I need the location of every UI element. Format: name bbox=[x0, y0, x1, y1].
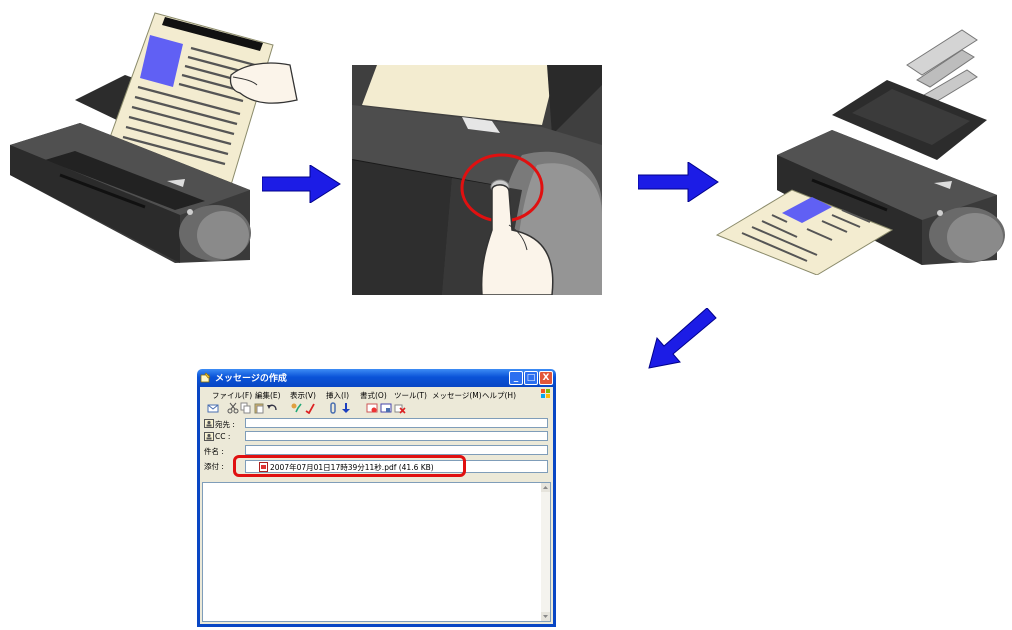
minimize-button[interactable]: _ bbox=[509, 371, 523, 385]
compose-message-window: メッセージの作成 _ □ X ファイル(F) 編集(E) 表示(V) 挿入(I)… bbox=[197, 369, 556, 627]
arrow-right-2 bbox=[638, 162, 720, 202]
window-frame: ファイル(F) 編集(E) 表示(V) 挿入(I) 書式(O) ツール(T) メ… bbox=[197, 387, 556, 627]
menu-bar: ファイル(F) 編集(E) 表示(V) 挿入(I) 書式(O) ツール(T) メ… bbox=[200, 387, 553, 401]
paste-icon[interactable] bbox=[253, 402, 265, 414]
sign-icon[interactable] bbox=[366, 402, 378, 414]
menu-help[interactable]: ヘルプ(H) bbox=[482, 390, 516, 401]
menu-format[interactable]: 書式(O) bbox=[360, 390, 387, 401]
arrow-down-left bbox=[645, 308, 717, 370]
priority-icon[interactable] bbox=[340, 402, 352, 414]
to-label: 宛先 : bbox=[215, 420, 235, 429]
step1-scanner-illustration bbox=[5, 5, 300, 270]
attachment-highlight bbox=[233, 455, 466, 477]
subject-field[interactable] bbox=[245, 445, 548, 455]
cc-field[interactable] bbox=[245, 431, 548, 441]
menu-view[interactable]: 表示(V) bbox=[290, 390, 316, 401]
subject-label: 件名 : bbox=[204, 447, 224, 456]
arrow-right-1 bbox=[262, 165, 342, 203]
step3-scanner-output-illustration bbox=[712, 25, 1009, 275]
address-book-icon[interactable] bbox=[204, 432, 214, 441]
step2-press-button-illustration bbox=[352, 65, 602, 295]
windows-logo-icon bbox=[541, 389, 550, 398]
encrypt-icon[interactable] bbox=[380, 402, 392, 414]
spelling-icon[interactable] bbox=[304, 402, 316, 414]
scroll-down-icon[interactable] bbox=[541, 612, 550, 621]
menu-tools[interactable]: ツール(T) bbox=[394, 390, 427, 401]
title-bar: メッセージの作成 _ □ X bbox=[197, 369, 556, 387]
vertical-scrollbar[interactable] bbox=[541, 483, 550, 621]
close-button[interactable]: X bbox=[539, 371, 553, 385]
maximize-button[interactable]: □ bbox=[524, 371, 538, 385]
cc-label: CC : bbox=[215, 432, 231, 441]
message-body[interactable] bbox=[202, 482, 551, 622]
toolbar bbox=[200, 401, 553, 416]
attach-label: 添付 : bbox=[204, 462, 224, 471]
header-fields: 宛先 : CC : 件名 : 添付 : 2007年07月01日17時39分11秒… bbox=[200, 417, 553, 480]
compose-mail-icon bbox=[200, 372, 211, 383]
undo-icon[interactable] bbox=[266, 402, 278, 414]
window-title: メッセージの作成 bbox=[215, 374, 287, 384]
scroll-up-icon[interactable] bbox=[541, 483, 550, 492]
menu-edit[interactable]: 編集(E) bbox=[255, 390, 281, 401]
cut-icon[interactable] bbox=[227, 402, 239, 414]
to-field[interactable] bbox=[245, 418, 548, 428]
menu-message[interactable]: メッセージ(M) bbox=[432, 390, 482, 401]
check-names-icon[interactable] bbox=[290, 402, 302, 414]
menu-file[interactable]: ファイル(F) bbox=[212, 390, 252, 401]
menu-insert[interactable]: 挿入(I) bbox=[326, 390, 349, 401]
send-icon[interactable] bbox=[207, 402, 219, 414]
copy-icon[interactable] bbox=[240, 402, 252, 414]
address-book-icon[interactable] bbox=[204, 419, 214, 428]
offline-icon[interactable] bbox=[394, 402, 406, 414]
attach-icon[interactable] bbox=[327, 402, 339, 414]
